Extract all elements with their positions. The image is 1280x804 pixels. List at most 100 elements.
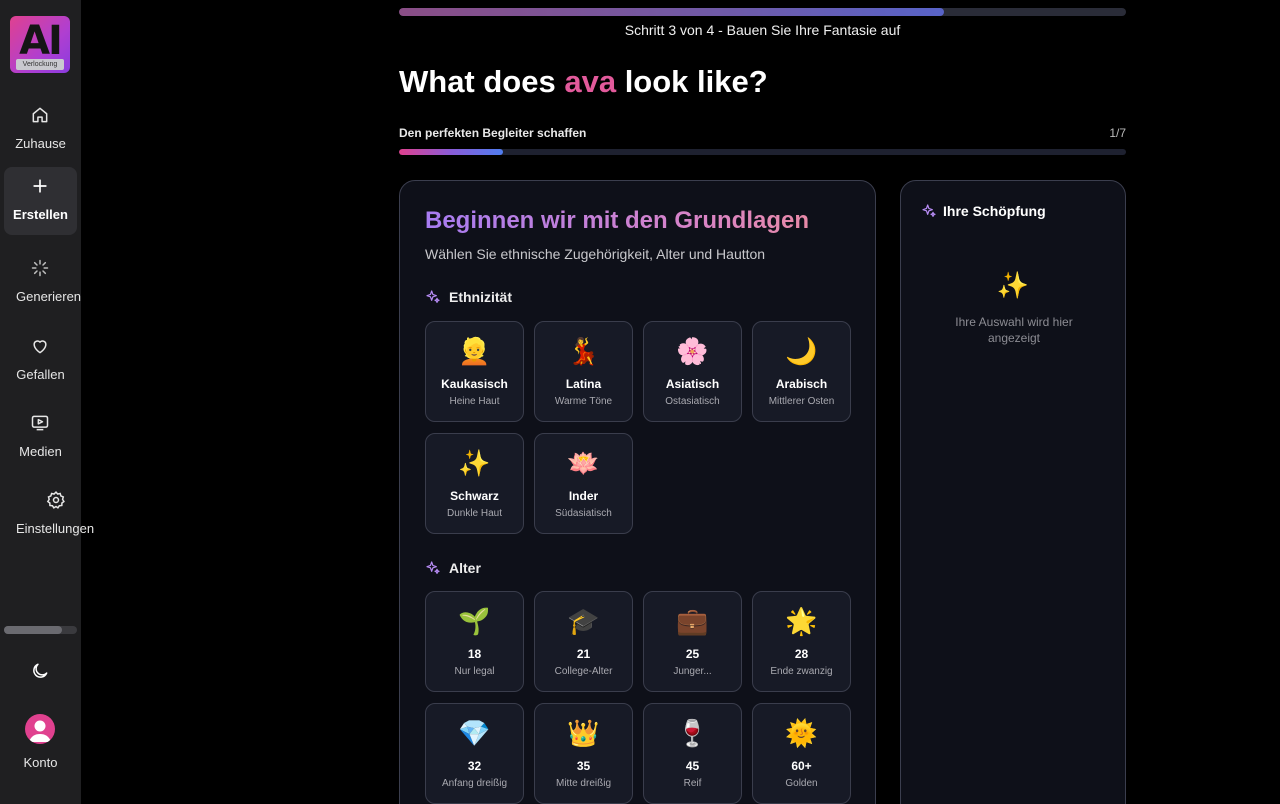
- section-age: Alter: [425, 560, 481, 576]
- moon-icon: 🌙: [785, 337, 818, 367]
- option-desc: Dunkle Haut: [446, 508, 503, 519]
- card-title: Beginnen wir mit den Grundlagen: [425, 207, 810, 234]
- age-option-45[interactable]: 🍷 45 Reif: [643, 703, 742, 804]
- ethnicity-option-arabisch[interactable]: 🌙 Arabisch Mittlerer Osten: [752, 321, 851, 422]
- option-desc: Nur legal: [454, 666, 495, 677]
- option-title: 21: [576, 647, 591, 661]
- option-title: Latina: [565, 377, 602, 391]
- option-title: 18: [467, 647, 482, 661]
- nav-label: Erstellen: [13, 207, 68, 222]
- preview-title: Ihre Schöpfung: [921, 203, 1046, 219]
- option-desc: College-Alter: [554, 666, 613, 677]
- account-label[interactable]: Konto: [0, 755, 81, 770]
- ethnicity-option-latina[interactable]: 💃 Latina Warme Töne: [534, 321, 633, 422]
- age-option-35[interactable]: 👑 35 Mitte dreißig: [534, 703, 633, 804]
- option-title: 28: [794, 647, 809, 661]
- substep-progress-fill: [399, 149, 503, 155]
- logo-mark: AI: [19, 18, 63, 64]
- option-title: Inder: [568, 489, 599, 503]
- gem-icon: 💎: [458, 719, 491, 749]
- option-desc: Anfang dreißig: [441, 778, 508, 789]
- age-option-25[interactable]: 💼 25 Junger...: [643, 591, 742, 692]
- nav-item-create[interactable]: Erstellen: [4, 167, 77, 235]
- option-desc: Reif: [683, 778, 702, 789]
- home-icon: [32, 107, 48, 123]
- age-option-21[interactable]: 🎓 21 College-Alter: [534, 591, 633, 692]
- sparkles-icon: ✨: [458, 449, 491, 479]
- creation-preview-card: Ihre Schöpfung ✨ Ihre Auswahl wird hier …: [900, 180, 1126, 804]
- basics-card: Beginnen wir mit den Grundlagen Wählen S…: [399, 180, 876, 804]
- option-title: 60+: [791, 759, 812, 773]
- preview-empty-text: Ihre Auswahl wird hier angezeigt: [955, 315, 1073, 345]
- graduation-cap-icon: 🎓: [567, 607, 600, 637]
- section-ethnicity: Ethnizität: [425, 289, 512, 305]
- option-desc: Ende zwanzig: [770, 666, 833, 677]
- substep-label: Den perfekten Begleiter schaffen: [399, 126, 587, 140]
- option-title: Arabisch: [775, 377, 828, 391]
- option-title: 35: [576, 759, 591, 773]
- nav-item-generate[interactable]: Generieren: [4, 249, 81, 317]
- option-desc: Golden: [785, 778, 818, 789]
- wine-glass-icon: 🍷: [676, 719, 709, 749]
- heart-icon: [33, 340, 47, 354]
- ethnicity-option-kaukasisch[interactable]: 👱 Kaukasisch Heine Haut: [425, 321, 524, 422]
- wizard-progress-fill: [399, 8, 945, 16]
- sidebar-scroll-thumb[interactable]: [4, 626, 62, 634]
- app-logo[interactable]: AI Verlockung: [10, 16, 70, 73]
- option-title: 32: [467, 759, 482, 773]
- option-desc: Ostasiatisch: [665, 396, 720, 407]
- option-title: Asiatisch: [665, 377, 720, 391]
- option-title: Kaukasisch: [441, 377, 508, 391]
- companion-name: ava: [564, 64, 617, 99]
- seedling-icon: 🌱: [458, 607, 491, 637]
- nav-item-media[interactable]: Medien: [4, 404, 77, 472]
- option-title: Schwarz: [450, 489, 499, 503]
- step-indicator: Schritt 3 von 4 - Bauen Sie Ihre Fantasi…: [624, 22, 901, 38]
- option-desc: Heine Haut: [449, 396, 500, 407]
- page-title: What does ava look like?: [399, 64, 768, 99]
- loader-icon: [31, 259, 49, 277]
- crown-icon: 👑: [567, 719, 600, 749]
- sparkles-icon: ✨: [996, 271, 1030, 301]
- age-option-28[interactable]: 🌟 28 Ende zwanzig: [752, 591, 851, 692]
- option-desc: Mittlerer Osten: [768, 396, 835, 407]
- sparkles-icon: [426, 561, 440, 574]
- nav-item-settings[interactable]: Einstellungen: [4, 481, 94, 549]
- ethnicity-option-schwarz[interactable]: ✨ Schwarz Dunkle Haut: [425, 433, 524, 534]
- ethnicity-option-asiatisch[interactable]: 🌸 Asiatisch Ostasiatisch: [643, 321, 742, 422]
- nav-label: Einstellungen: [16, 521, 95, 536]
- nav-item-likes[interactable]: Gefallen: [4, 327, 77, 395]
- nav-label: Gefallen: [16, 367, 65, 382]
- substep-progress-bar: [399, 149, 1126, 155]
- avatar[interactable]: [25, 714, 55, 744]
- sparkles-icon: [922, 204, 936, 217]
- nav-item-home[interactable]: Zuhause: [4, 96, 77, 164]
- option-desc: Junger...: [673, 666, 712, 677]
- lotus-icon: 🪷: [567, 449, 600, 479]
- dancer-icon: 💃: [567, 337, 600, 367]
- logo-tag: Verlockung: [16, 59, 64, 70]
- substep-count: 1/7: [1109, 126, 1126, 140]
- sparkles-icon: [426, 290, 440, 303]
- moon-icon[interactable]: [30, 661, 50, 681]
- sidebar: AI Verlockung Zuhause Erstellen Generier…: [0, 0, 94, 804]
- option-desc: Mitte dreißig: [555, 778, 611, 789]
- media-icon: [31, 415, 49, 431]
- age-option-18[interactable]: 🌱 18 Nur legal: [425, 591, 524, 692]
- person-icon: 👱: [458, 337, 491, 367]
- card-subtitle: Wählen Sie ethnische Zugehörigkeit, Alte…: [425, 246, 766, 262]
- age-option-32[interactable]: 💎 32 Anfang dreißig: [425, 703, 524, 804]
- option-desc: Südasiatisch: [555, 508, 612, 519]
- gear-icon: [46, 490, 65, 509]
- nav-label: Generieren: [16, 289, 82, 304]
- star-icon: 🌟: [785, 607, 818, 637]
- option-title: 25: [685, 647, 700, 661]
- nav-label: Medien: [19, 444, 62, 459]
- option-desc: Warme Töne: [554, 396, 613, 407]
- nav-label: Zuhause: [15, 136, 66, 151]
- sun-icon: 🌞: [785, 719, 818, 749]
- user-icon: [29, 720, 51, 742]
- blossom-icon: 🌸: [676, 337, 709, 367]
- age-option-60-plus[interactable]: 🌞 60+ Golden: [752, 703, 851, 804]
- ethnicity-option-inder[interactable]: 🪷 Inder Südasiatisch: [534, 433, 633, 534]
